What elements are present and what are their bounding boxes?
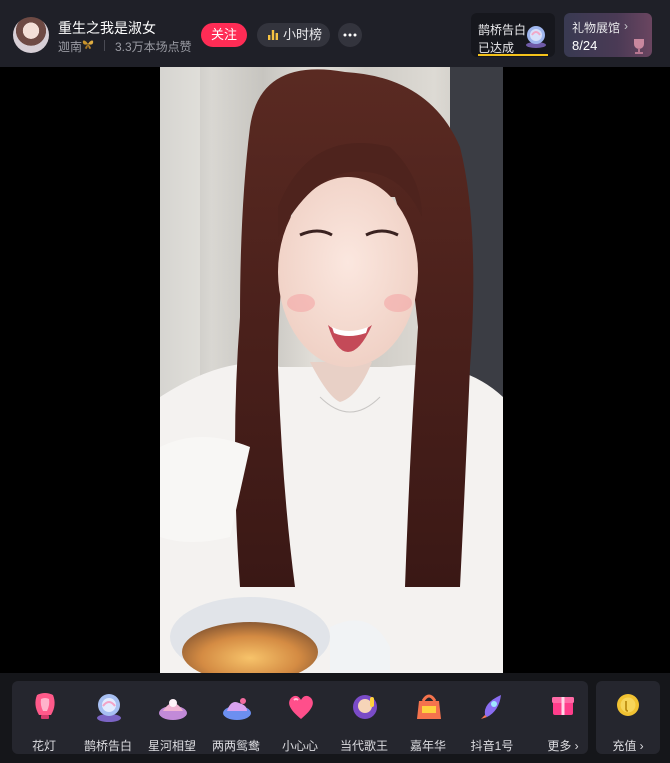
gift-label: 抖音1号 — [470, 739, 514, 753]
live-video-frame[interactable] — [160, 67, 503, 673]
gift-item-mandarin-duck[interactable]: 两两鸳鸯 — [204, 681, 268, 754]
gift-label: 嘉年华 — [409, 739, 446, 753]
recharge-label: 充值 › — [612, 739, 644, 753]
singer-icon — [353, 695, 377, 719]
likes-count: 3.3万本场点赞 — [115, 40, 192, 54]
gallery-count: 8/24 — [572, 38, 598, 53]
gift-item-carnival[interactable]: 嘉年华 — [396, 681, 460, 754]
gift-panel: 花灯 鹊桥告白 星河相望 两两鸳鸯 小心心 当代歌王 嘉年华 抖音1号 更多 › — [12, 681, 588, 754]
more-gifts-button[interactable]: 更多 › — [538, 681, 588, 754]
snow-globe-icon — [97, 694, 121, 722]
gift-label: 当代歌王 — [339, 739, 388, 753]
task-progress-bar — [478, 54, 548, 56]
more-gifts-label: 更多 › — [547, 739, 579, 753]
gift-task-card[interactable]: 鹊桥告白 已达成 — [471, 13, 555, 57]
task-progress-fill — [478, 54, 548, 56]
gift-label: 星河相望 — [147, 739, 196, 753]
bar-chart-icon — [268, 30, 278, 40]
gift-gallery-card[interactable]: 礼物展馆 › 8/24 — [564, 13, 652, 57]
divider — [104, 40, 105, 51]
gift-box-icon — [552, 697, 574, 715]
gallery-title: 礼物展馆 — [572, 21, 621, 35]
gift-item-magpie-bridge[interactable]: 鹊桥告白 — [76, 681, 140, 754]
lantern-icon — [35, 693, 55, 719]
recharge-button[interactable]: 充值 › — [596, 681, 660, 754]
gift-label: 花灯 — [31, 739, 56, 753]
coin-icon — [617, 694, 639, 716]
trophy-icon — [634, 39, 644, 54]
gift-bar: 花灯 鹊桥告白 星河相望 两两鸳鸯 小心心 当代歌王 嘉年华 抖音1号 更多 ›… — [0, 673, 670, 763]
mandarin-duck-icon — [223, 698, 251, 720]
galaxy-icon — [159, 699, 187, 720]
rocket-icon — [481, 695, 501, 719]
heart-icon — [289, 695, 313, 719]
gift-icon — [526, 26, 546, 48]
gift-item-rocket[interactable]: 抖音1号 — [460, 681, 524, 754]
hourly-rank-button[interactable]: 小时榜 — [257, 23, 330, 47]
gift-label: 鹊桥告白 — [83, 739, 132, 753]
streamer-name[interactable]: 重生之我是淑女 — [58, 18, 156, 38]
streamer-avatar[interactable] — [13, 17, 49, 53]
task-title: 鹊桥告白 — [478, 23, 527, 37]
gift-item-heart[interactable]: 小心心 — [268, 681, 332, 754]
more-options-button[interactable] — [338, 23, 362, 47]
butterfly-icon — [82, 40, 94, 49]
hourly-rank-label: 小时榜 — [283, 27, 323, 42]
follow-button[interactable]: 关注 — [201, 23, 247, 47]
chevron-right-icon: › — [624, 19, 628, 33]
live-header: 重生之我是淑女 迦南 3.3万本场点赞 关注 小时榜 鹊桥告白 已达成 礼物展馆… — [0, 0, 670, 67]
gift-item-lantern[interactable]: 花灯 — [12, 681, 76, 754]
carnival-icon — [417, 694, 441, 719]
location-label: 迦南 — [58, 40, 83, 54]
gift-item-galaxy[interactable]: 星河相望 — [140, 681, 204, 754]
gift-label: 两两鸳鸯 — [211, 739, 260, 753]
live-video-stage[interactable] — [0, 67, 670, 673]
gift-label: 小心心 — [281, 739, 318, 753]
ellipsis-icon — [343, 33, 357, 37]
gift-item-singer[interactable]: 当代歌王 — [332, 681, 396, 754]
